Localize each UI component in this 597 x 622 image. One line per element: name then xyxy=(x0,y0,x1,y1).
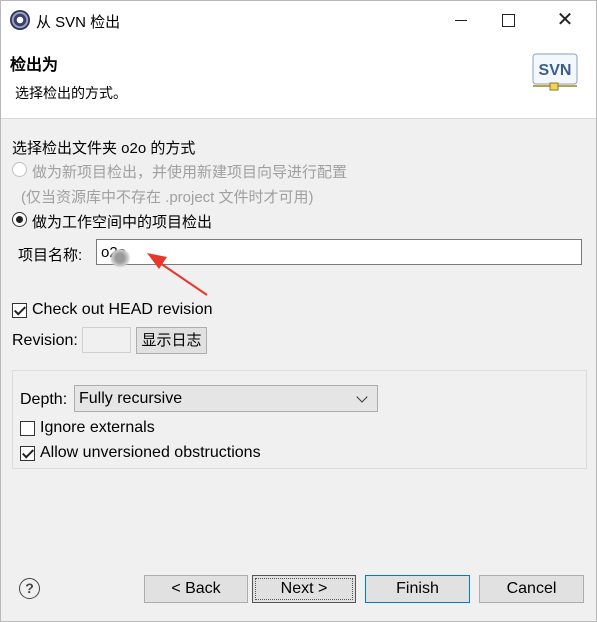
new-project-radio-label: 做为新项目检出，并使用新建项目向导进行配置 xyxy=(32,164,348,181)
back-button[interactable]: < Back xyxy=(144,575,248,603)
revision-label: Revision: xyxy=(12,332,78,349)
depth-label: Depth: xyxy=(20,391,68,408)
minimize-icon[interactable] xyxy=(438,1,484,39)
next-button[interactable]: Next > xyxy=(252,575,356,603)
mouse-cursor-highlight xyxy=(109,249,131,267)
help-icon[interactable]: ? xyxy=(19,578,40,599)
allow-unversioned-checkbox[interactable] xyxy=(20,446,35,461)
allow-unversioned-label: Allow unversioned obstructions xyxy=(40,444,261,461)
checkout-method-label: 选择检出文件夹 o2o 的方式 xyxy=(12,140,196,157)
workspace-project-radio[interactable] xyxy=(12,212,27,227)
ignore-externals-checkbox[interactable] xyxy=(20,421,35,436)
svn-logo: SVN xyxy=(532,53,578,91)
head-revision-label: Check out HEAD revision xyxy=(32,301,213,318)
wizard-banner: 检出为 选择检出的方式。 SVN xyxy=(1,39,596,119)
project-name-label: 项目名称: xyxy=(18,247,83,264)
cancel-button[interactable]: Cancel xyxy=(479,575,584,603)
window-title: 从 SVN 检出 xyxy=(36,14,121,31)
workspace-project-radio-label: 做为工作空间中的项目检出 xyxy=(32,214,213,231)
app-icon xyxy=(10,10,30,30)
finish-button[interactable]: Finish xyxy=(365,575,470,603)
new-project-radio[interactable] xyxy=(12,162,27,177)
svn-logo-text: SVN xyxy=(539,62,572,79)
ignore-externals-label: Ignore externals xyxy=(40,419,155,436)
focus-ring xyxy=(255,578,353,600)
revision-input[interactable] xyxy=(82,327,131,353)
annotation-arrow xyxy=(147,253,208,296)
banner-description: 选择检出的方式。 xyxy=(15,85,127,101)
close-icon[interactable]: ✕ xyxy=(542,1,588,39)
depth-select[interactable]: Fully recursive xyxy=(74,385,378,412)
title-bar: 从 SVN 检出 ✕ xyxy=(1,1,596,39)
checkout-dialog: 从 SVN 检出 ✕ 检出为 选择检出的方式。 SVN 选择检出文件夹 o2o … xyxy=(0,0,597,622)
maximize-icon[interactable] xyxy=(485,1,531,39)
show-log-button[interactable]: 显示日志 xyxy=(136,327,207,354)
new-project-note: (仅当资源库中不存在 .project 文件时才可用) xyxy=(21,189,314,206)
banner-title: 检出为 xyxy=(10,57,59,74)
head-revision-checkbox[interactable] xyxy=(12,303,27,318)
